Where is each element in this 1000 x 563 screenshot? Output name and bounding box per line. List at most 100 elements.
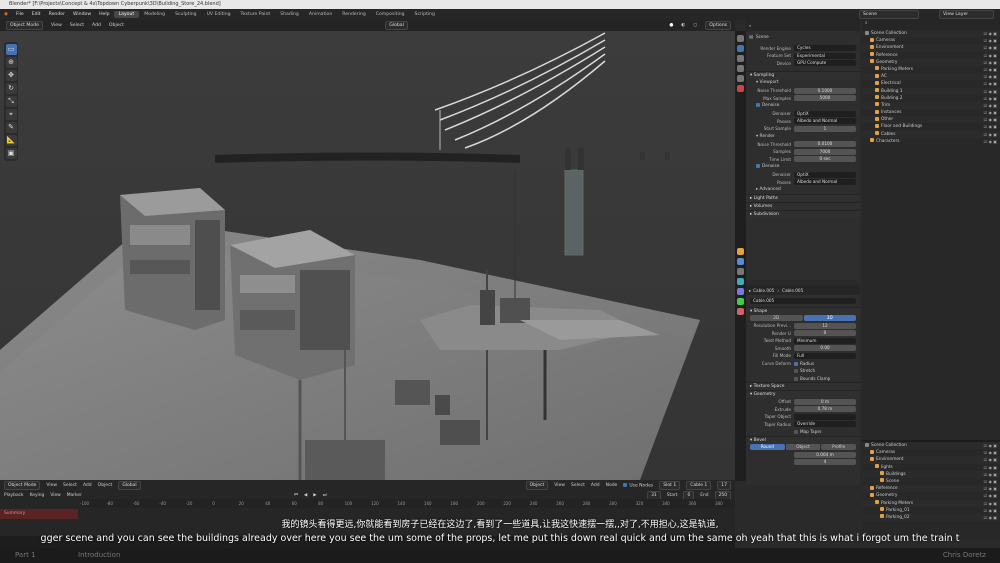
viewport-options-button[interactable]: Options: [705, 21, 732, 30]
view-layer-tab-icon[interactable]: [737, 65, 744, 72]
viewport-passes-dropdown[interactable]: Albedo and Normal: [794, 118, 856, 125]
timeline-view-menu[interactable]: View: [50, 493, 60, 498]
visibility-eye-icon[interactable]: ☑ ◉ ▣: [984, 88, 997, 95]
scene-tab-icon[interactable]: [737, 75, 744, 82]
outliner-item-row[interactable]: Cameras ☑ ◉ ▣: [862, 37, 1000, 44]
shader-type-dropdown[interactable]: Object: [525, 481, 549, 490]
rotate-icon[interactable]: ↻: [5, 83, 17, 94]
render-subsection[interactable]: ▾ Render: [746, 133, 860, 141]
data-tab-icon[interactable]: [737, 298, 744, 305]
outliner2-item-row[interactable]: Buildings ☑ ◉ ▣: [862, 470, 1000, 478]
bevel-depth-field[interactable]: 0.064 m: [794, 451, 856, 458]
visibility-eye-icon[interactable]: ☑ ◉ ▣: [984, 507, 997, 514]
visibility-eye-icon[interactable]: ☑ ◉ ▣: [984, 66, 997, 73]
visibility-eye-icon[interactable]: ☑ ◉ ▣: [984, 138, 997, 145]
outliner-item-row[interactable]: Other ☑ ◉ ▣: [862, 116, 1000, 124]
jump-start-icon[interactable]: ⏮: [294, 492, 298, 498]
outliner2-item-row[interactable]: Geometry ☑ ◉ ▣: [862, 492, 1000, 499]
select-box-icon[interactable]: ▭: [5, 44, 17, 55]
blender-logo-icon[interactable]: ◉: [0, 12, 12, 17]
outliner2-item-row[interactable]: Parking_01 ☑ ◉ ▣: [862, 507, 1000, 514]
visibility-eye-icon[interactable]: ☑ ◉ ▣: [984, 485, 997, 492]
bevel-section[interactable]: ▾ Bevel: [746, 435, 860, 444]
timeline-marker-menu[interactable]: Marker: [67, 493, 82, 498]
visibility-eye-icon[interactable]: ☑ ◉ ▣: [984, 131, 997, 138]
jump-end-icon[interactable]: ⏭: [323, 492, 327, 498]
physics-tab-icon[interactable]: [737, 278, 744, 285]
node-menu-object[interactable]: Object: [98, 483, 113, 488]
render-denoise-checkbox[interactable]: Denoise: [746, 163, 860, 171]
shading-rendered-icon[interactable]: ○: [693, 23, 697, 28]
annotate-icon[interactable]: ✎: [5, 122, 17, 133]
material-tab-icon[interactable]: [737, 308, 744, 315]
sampling-section[interactable]: ▾ Sampling: [746, 71, 860, 79]
stretch-checkbox[interactable]: Stretch: [794, 368, 815, 374]
bevel-round-button[interactable]: Round: [750, 444, 785, 451]
workspace-tab-shading[interactable]: Shading: [275, 11, 304, 18]
transform-icon[interactable]: ⌖: [5, 109, 17, 120]
measure-icon[interactable]: 📐: [5, 135, 17, 146]
menu-window[interactable]: Window: [69, 12, 95, 17]
workspace-tab-modeling[interactable]: Modeling: [139, 11, 170, 18]
render-denoiser-dropdown[interactable]: OptiX: [794, 171, 856, 178]
light-paths-section[interactable]: ▸ Light Paths: [746, 194, 860, 202]
start-sample-field[interactable]: 1: [794, 125, 856, 132]
bevel-resolution-field[interactable]: 4: [794, 459, 856, 466]
cursor-icon[interactable]: ⊕: [5, 57, 17, 68]
menu-edit[interactable]: Edit: [28, 12, 45, 17]
outliner2-item-row[interactable]: Cameras ☑ ◉ ▣: [862, 449, 1000, 456]
radius-checkbox[interactable]: Radius: [794, 361, 814, 366]
viewport-menu-object[interactable]: Object: [109, 23, 124, 28]
outliner-filter-icon[interactable]: ⌕: [862, 21, 867, 26]
dimension-2d-button[interactable]: 2D: [750, 315, 803, 322]
outliner-item-row[interactable]: Characters ☑ ◉ ▣: [862, 138, 1000, 145]
visibility-eye-icon[interactable]: ☑ ◉ ▣: [984, 95, 997, 102]
taper-object-field[interactable]: [794, 413, 856, 420]
map-taper-checkbox[interactable]: Map Taper: [794, 429, 822, 435]
visibility-eye-icon[interactable]: ☑ ◉ ▣: [984, 500, 997, 507]
view-layer-selector[interactable]: View Layer: [939, 10, 994, 19]
feature-set-dropdown[interactable]: Experimental: [794, 52, 856, 59]
workspace-tab-scripting[interactable]: Scripting: [410, 11, 440, 18]
subdivision-section[interactable]: ▸ Subdivision: [746, 210, 860, 218]
outliner-item-row[interactable]: AC ☑ ◉ ▣: [862, 73, 1000, 81]
timeline-frame-ruler[interactable]: -100 -80 -60 -40 -20 0 20 40 60 80 100 120 140 160 180…: [80, 499, 735, 508]
menu-help[interactable]: Help: [95, 12, 113, 17]
twist-method-dropdown[interactable]: Minimum: [794, 337, 856, 344]
mode-dropdown[interactable]: Object Mode: [6, 21, 43, 30]
transform-orientation-dropdown[interactable]: Global: [385, 21, 408, 30]
render-engine-dropdown[interactable]: Cycles: [794, 45, 856, 52]
smooth-field[interactable]: 0.00: [794, 345, 856, 352]
outliner-item-row[interactable]: Scene Collection ☑ ◉ ▣: [862, 30, 1000, 38]
menu-render[interactable]: Render: [45, 12, 69, 17]
shape-section[interactable]: ▾ Shape: [746, 306, 860, 315]
constraints-tab-icon[interactable]: [737, 288, 744, 295]
curve-name-field[interactable]: Cable.005: [750, 297, 856, 304]
dimension-3d-button[interactable]: 3D: [803, 315, 856, 322]
particles-tab-icon[interactable]: [737, 268, 744, 275]
fill-mode-dropdown[interactable]: Full: [794, 352, 856, 359]
viewport-subsection[interactable]: ▾ Viewport: [746, 79, 860, 87]
node-menu-add[interactable]: Add: [83, 483, 92, 488]
viewport-denoise-checkbox[interactable]: Denoise: [746, 102, 860, 110]
workspace-tab-rendering[interactable]: Rendering: [337, 11, 370, 18]
material-users-count[interactable]: 17: [717, 481, 731, 490]
visibility-eye-icon[interactable]: ☑ ◉ ▣: [984, 80, 997, 87]
visibility-eye-icon[interactable]: ☑ ◉ ▣: [984, 449, 997, 456]
visibility-eye-icon[interactable]: ☑ ◉ ▣: [984, 123, 997, 130]
bevel-profile-button[interactable]: Profile: [821, 444, 857, 451]
node-menu-add-2[interactable]: Add: [591, 483, 600, 488]
outliner-item-row[interactable]: Floor and Buildings ☑ ◉ ▣: [862, 123, 1000, 130]
visibility-eye-icon[interactable]: ☑ ◉ ▣: [984, 116, 997, 123]
visibility-eye-icon[interactable]: ☑ ◉ ▣: [984, 59, 997, 66]
modifier-tab-icon[interactable]: [737, 258, 744, 265]
visibility-eye-icon[interactable]: ☑ ◉ ▣: [984, 44, 997, 51]
node-menu-view[interactable]: View: [46, 483, 57, 488]
outliner-item-row[interactable]: Cables ☑ ◉ ▣: [862, 130, 1000, 138]
visibility-eye-icon[interactable]: ☑ ◉ ▣: [984, 471, 997, 478]
material-field[interactable]: Cable 1: [686, 481, 712, 490]
outliner2-item-row[interactable]: Parking Meters ☑ ◉ ▣: [862, 499, 1000, 507]
outliner-item-row[interactable]: Geometry ☑ ◉ ▣: [862, 58, 1000, 66]
time-limit-field[interactable]: 0 sec: [794, 156, 856, 163]
outliner-item-row[interactable]: Building 2 ☑ ◉ ▣: [862, 95, 1000, 102]
